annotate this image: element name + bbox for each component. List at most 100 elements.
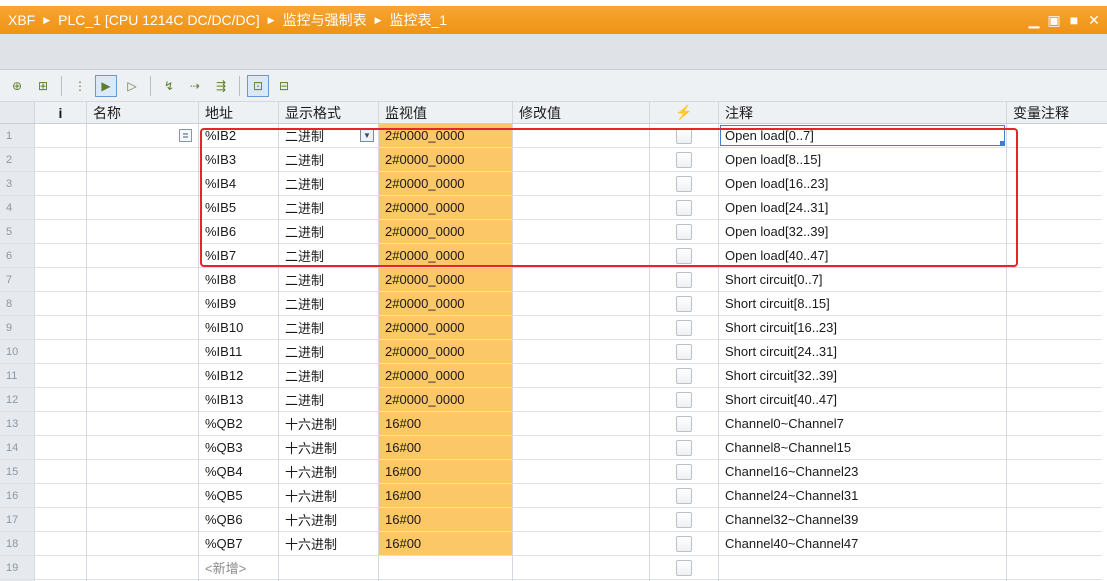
force-cell[interactable] bbox=[650, 148, 719, 172]
row-number[interactable]: 19 bbox=[0, 556, 35, 580]
name-cell[interactable] bbox=[87, 532, 199, 556]
header-address[interactable]: 地址 bbox=[199, 102, 279, 123]
force-cell[interactable] bbox=[650, 268, 719, 292]
modify-value-cell[interactable] bbox=[513, 268, 650, 292]
tag-comment-cell[interactable] bbox=[1007, 364, 1102, 388]
row-number[interactable]: 7 bbox=[0, 268, 35, 292]
modify-with-trigger-icon[interactable]: ⇢ bbox=[184, 75, 206, 97]
name-cell[interactable] bbox=[87, 484, 199, 508]
format-cell[interactable]: 二进制 bbox=[279, 220, 379, 244]
comment-cell[interactable]: Open load[32..39] bbox=[719, 220, 1007, 244]
header-modify-value[interactable]: 修改值 bbox=[513, 102, 650, 123]
tag-comment-cell[interactable] bbox=[1007, 124, 1102, 148]
format-cell[interactable]: 二进制 bbox=[279, 364, 379, 388]
comment-cell[interactable]: Open load[16..23] bbox=[719, 172, 1007, 196]
address-cell[interactable]: %IB2 bbox=[199, 124, 279, 148]
row-number[interactable]: 17 bbox=[0, 508, 35, 532]
comment-cell[interactable]: Short circuit[8..15] bbox=[719, 292, 1007, 316]
force-cell[interactable] bbox=[650, 436, 719, 460]
name-cell[interactable]: ≣ bbox=[87, 124, 199, 148]
header-monitor-value[interactable]: 监视值 bbox=[379, 102, 513, 123]
address-cell[interactable]: %IB3 bbox=[199, 148, 279, 172]
table-row[interactable]: 13 %QB2 十六进制 16#00 Channel0~Channel7 bbox=[0, 412, 1107, 436]
format-cell[interactable]: 十六进制 bbox=[279, 508, 379, 532]
table-row[interactable]: 15 %QB4 十六进制 16#00 Channel16~Channel23 bbox=[0, 460, 1107, 484]
table-row[interactable]: 14 %QB3 十六进制 16#00 Channel8~Channel15 bbox=[0, 436, 1107, 460]
chevron-down-icon[interactable]: ▼ bbox=[360, 129, 374, 142]
comment-cell[interactable]: Short circuit[32..39] bbox=[719, 364, 1007, 388]
tag-comment-cell[interactable] bbox=[1007, 532, 1102, 556]
address-cell[interactable]: %QB3 bbox=[199, 436, 279, 460]
address-cell[interactable]: %IB12 bbox=[199, 364, 279, 388]
comment-cell[interactable]: Open load[0..7] bbox=[719, 124, 1007, 148]
address-cell[interactable]: %IB11 bbox=[199, 340, 279, 364]
force-checkbox[interactable] bbox=[676, 151, 692, 168]
modify-value-cell[interactable] bbox=[513, 508, 650, 532]
name-cell[interactable] bbox=[87, 412, 199, 436]
modify-value-cell[interactable] bbox=[513, 292, 650, 316]
tag-comment-cell[interactable] bbox=[1007, 436, 1102, 460]
modify-value-cell[interactable] bbox=[513, 172, 650, 196]
tag-comment-cell[interactable] bbox=[1007, 268, 1102, 292]
minimize-icon[interactable]: ▁ bbox=[1027, 12, 1041, 29]
tag-comment-cell[interactable] bbox=[1007, 244, 1102, 268]
format-cell[interactable]: 二进制 bbox=[279, 268, 379, 292]
monitor-all-icon[interactable]: ▶ bbox=[95, 74, 117, 97]
maximize-icon[interactable]: ■ bbox=[1067, 12, 1081, 28]
table-row[interactable]: 6 %IB7 二进制 2#0000_0000 Open load[40..47] bbox=[0, 244, 1107, 268]
force-checkbox[interactable] bbox=[676, 391, 692, 408]
close-icon[interactable]: ✕ bbox=[1087, 12, 1101, 29]
breadcrumb-project[interactable]: XBF bbox=[8, 12, 35, 28]
force-cell[interactable] bbox=[650, 340, 719, 364]
table-row[interactable]: 2 %IB3 二进制 2#0000_0000 Open load[8..15] bbox=[0, 148, 1107, 172]
name-cell[interactable] bbox=[87, 340, 199, 364]
row-number[interactable]: 6 bbox=[0, 244, 35, 268]
tag-comment-cell[interactable] bbox=[1007, 556, 1102, 580]
force-cell[interactable] bbox=[650, 316, 719, 340]
force-checkbox[interactable] bbox=[676, 319, 692, 336]
force-cell[interactable] bbox=[650, 244, 719, 268]
modify-now-icon[interactable]: ↯ bbox=[158, 75, 180, 97]
breadcrumb-device[interactable]: PLC_1 [CPU 1214C DC/DC/DC] bbox=[58, 12, 260, 28]
name-cell[interactable] bbox=[87, 268, 199, 292]
table-row[interactable]: 4 %IB5 二进制 2#0000_0000 Open load[24..31] bbox=[0, 196, 1107, 220]
name-cell[interactable] bbox=[87, 508, 199, 532]
format-cell[interactable]: 二进制 bbox=[279, 148, 379, 172]
enable-peripheral-outputs-icon[interactable]: ⇶ bbox=[210, 75, 232, 97]
row-number[interactable]: 13 bbox=[0, 412, 35, 436]
tag-comment-cell[interactable] bbox=[1007, 316, 1102, 340]
fill-handle[interactable] bbox=[1000, 141, 1004, 145]
name-cell[interactable] bbox=[87, 436, 199, 460]
comment-cell[interactable]: Channel32~Channel39 bbox=[719, 508, 1007, 532]
insert-row-icon[interactable]: ⊕ bbox=[6, 75, 28, 97]
tag-comment-cell[interactable] bbox=[1007, 172, 1102, 196]
format-cell[interactable]: 二进制 bbox=[279, 196, 379, 220]
modify-value-cell[interactable] bbox=[513, 460, 650, 484]
table-row[interactable]: 9 %IB10 二进制 2#0000_0000 Short circuit[16… bbox=[0, 316, 1107, 340]
force-cell[interactable] bbox=[650, 124, 719, 148]
force-checkbox[interactable] bbox=[676, 511, 692, 528]
format-cell[interactable]: 二进制 bbox=[279, 316, 379, 340]
comment-cell[interactable]: Channel40~Channel47 bbox=[719, 532, 1007, 556]
address-cell[interactable]: %QB2 bbox=[199, 412, 279, 436]
tag-comment-cell[interactable] bbox=[1007, 220, 1102, 244]
comment-cell[interactable]: Open load[24..31] bbox=[719, 196, 1007, 220]
format-cell[interactable]: 二进制 ▼ bbox=[279, 124, 379, 148]
row-number[interactable]: 3 bbox=[0, 172, 35, 196]
comment-cell[interactable]: Short circuit[16..23] bbox=[719, 316, 1007, 340]
table-row[interactable]: 8 %IB9 二进制 2#0000_0000 Short circuit[8..… bbox=[0, 292, 1107, 316]
format-cell[interactable]: 二进制 bbox=[279, 388, 379, 412]
force-cell[interactable] bbox=[650, 292, 719, 316]
comment-cell[interactable]: Short circuit[40..47] bbox=[719, 388, 1007, 412]
monitor-once-icon[interactable]: ▷ bbox=[121, 75, 143, 97]
address-cell[interactable]: %IB7 bbox=[199, 244, 279, 268]
tag-comment-cell[interactable] bbox=[1007, 340, 1102, 364]
header-info[interactable]: i bbox=[35, 102, 87, 123]
comment-cell[interactable]: Open load[40..47] bbox=[719, 244, 1007, 268]
force-cell[interactable] bbox=[650, 364, 719, 388]
address-cell[interactable]: %IB8 bbox=[199, 268, 279, 292]
force-checkbox[interactable] bbox=[676, 295, 692, 312]
force-cell[interactable] bbox=[650, 196, 719, 220]
force-checkbox[interactable] bbox=[676, 487, 692, 504]
modify-value-cell[interactable] bbox=[513, 148, 650, 172]
